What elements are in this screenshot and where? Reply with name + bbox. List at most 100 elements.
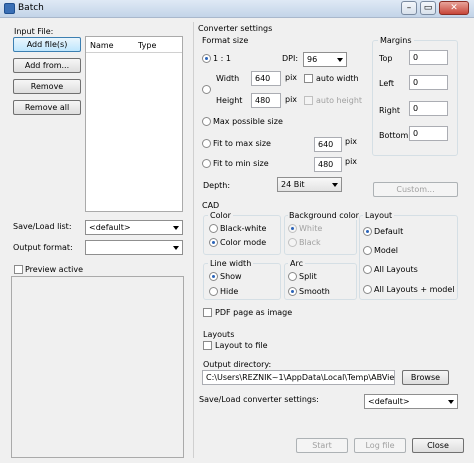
hide-radio[interactable] — [209, 287, 218, 296]
splitter[interactable] — [193, 22, 194, 458]
line-width-label: Line width — [208, 259, 254, 268]
split-radio[interactable] — [288, 272, 297, 281]
chevron-down-icon — [332, 183, 338, 187]
format-size-label: Format size — [202, 36, 249, 45]
layout-label: Layout — [363, 211, 395, 220]
preview-active-checkbox[interactable] — [14, 265, 23, 274]
height-pix-label: pix — [285, 95, 298, 104]
margin-left-input[interactable]: 0 — [409, 75, 448, 90]
fit-to-max-label: Fit to max size — [213, 139, 271, 148]
hide-label: Hide — [220, 287, 239, 296]
maximize-button[interactable]: ▭ — [420, 1, 436, 15]
margin-left-label: Left — [379, 79, 395, 88]
save-load-converter-value: <default> — [368, 397, 410, 406]
auto-height-checkbox[interactable] — [304, 96, 313, 105]
fit-to-min-pix-label: pix — [345, 157, 358, 166]
title-bar: Batch – ▭ ✕ — [0, 0, 474, 18]
custom-button[interactable]: Custom... — [373, 182, 458, 197]
color-label: Color — [208, 211, 233, 220]
ratio-1-1-radio[interactable] — [202, 54, 211, 63]
layout-to-file-checkbox[interactable] — [203, 341, 212, 350]
fit-to-min-label: Fit to min size — [213, 159, 269, 168]
dpi-value: 96 — [307, 55, 318, 64]
chevron-down-icon — [448, 400, 454, 404]
default-layout-radio[interactable] — [363, 227, 372, 236]
start-button[interactable]: Start — [296, 438, 348, 453]
auto-width-checkbox[interactable] — [304, 74, 313, 83]
height-input[interactable]: 480 — [251, 93, 281, 108]
remove-all-button[interactable]: Remove all — [13, 100, 81, 115]
cad-title: CAD — [202, 201, 220, 210]
add-files-button[interactable]: Add file(s) — [13, 37, 81, 52]
window-title: Batch — [18, 3, 44, 13]
fit-to-max-pix-label: pix — [345, 137, 358, 146]
custom-size-radio[interactable] — [202, 85, 211, 94]
all-layouts-model-radio[interactable] — [363, 285, 372, 294]
remove-button[interactable]: Remove — [13, 79, 81, 94]
layout-to-file-label: Layout to file — [215, 341, 268, 350]
dpi-select[interactable]: 96 — [303, 52, 347, 67]
dpi-label: DPI: — [282, 54, 299, 63]
all-layouts-radio[interactable] — [363, 265, 372, 274]
auto-height-label: auto height — [316, 96, 363, 105]
smooth-radio[interactable] — [288, 287, 297, 296]
fit-to-max-input[interactable]: 640 — [314, 137, 342, 152]
background-color-group — [284, 215, 357, 255]
model-layout-radio[interactable] — [363, 246, 372, 255]
column-name-header[interactable]: Name — [90, 41, 114, 50]
auto-width-label: auto width — [316, 74, 359, 83]
black-radio[interactable] — [288, 238, 297, 247]
file-list-header: Name Type — [86, 37, 182, 53]
max-possible-size-radio[interactable] — [202, 117, 211, 126]
fit-to-min-radio[interactable] — [202, 159, 211, 168]
add-from-button[interactable]: Add from... — [13, 58, 81, 73]
column-type-header[interactable]: Type — [138, 41, 156, 50]
log-file-button[interactable]: Log file — [354, 438, 406, 453]
preview-area — [11, 276, 184, 458]
pdf-page-as-image-checkbox[interactable] — [203, 308, 212, 317]
chevron-down-icon — [173, 226, 179, 230]
save-load-converter-label: Save/Load converter settings: — [199, 395, 319, 404]
arc-label: Arc — [288, 259, 305, 268]
width-label: Width — [216, 74, 240, 83]
white-radio[interactable] — [288, 224, 297, 233]
margin-bottom-input[interactable]: 0 — [409, 126, 448, 141]
pdf-page-as-image-label: PDF page as image — [215, 308, 293, 317]
black-label: Black — [299, 238, 321, 247]
margin-top-label: Top — [379, 54, 393, 63]
split-label: Split — [299, 272, 317, 281]
output-format-label: Output format: — [13, 243, 73, 252]
margin-right-input[interactable]: 0 — [409, 101, 448, 116]
preview-active-label: Preview active — [25, 265, 83, 274]
black-white-radio[interactable] — [209, 224, 218, 233]
close-window-button[interactable]: ✕ — [439, 1, 469, 15]
margin-bottom-label: Bottom — [379, 131, 409, 140]
file-list[interactable]: Name Type — [85, 36, 183, 212]
background-color-label: Background color — [288, 211, 360, 220]
all-layouts-model-label: All Layouts + model — [374, 285, 455, 294]
width-pix-label: pix — [285, 73, 298, 82]
app-icon — [4, 3, 15, 14]
smooth-label: Smooth — [299, 287, 330, 296]
ratio-1-1-label: 1 : 1 — [213, 54, 231, 63]
model-layout-label: Model — [374, 246, 399, 255]
color-group — [203, 215, 281, 255]
save-load-list-label: Save/Load list: — [13, 222, 72, 231]
show-radio[interactable] — [209, 272, 218, 281]
depth-select[interactable]: 24 Bit — [277, 177, 342, 192]
fit-to-max-radio[interactable] — [202, 139, 211, 148]
output-format-select[interactable] — [85, 240, 183, 255]
width-input[interactable]: 640 — [251, 71, 281, 86]
depth-label: Depth: — [203, 181, 231, 190]
output-directory-input[interactable]: C:\Users\REZNIK~1\AppData\Local\Temp\ABV… — [202, 370, 395, 385]
fit-to-min-input[interactable]: 480 — [314, 157, 342, 172]
browse-button[interactable]: Browse — [402, 370, 449, 385]
save-load-converter-select[interactable]: <default> — [364, 394, 458, 409]
minimize-button[interactable]: – — [401, 1, 417, 15]
color-mode-radio[interactable] — [209, 238, 218, 247]
max-possible-size-label: Max possible size — [213, 117, 283, 126]
close-button[interactable]: Close — [412, 438, 464, 453]
margin-top-input[interactable]: 0 — [409, 50, 448, 65]
chevron-down-icon — [337, 58, 343, 62]
save-load-list-select[interactable]: <default> — [85, 220, 183, 235]
